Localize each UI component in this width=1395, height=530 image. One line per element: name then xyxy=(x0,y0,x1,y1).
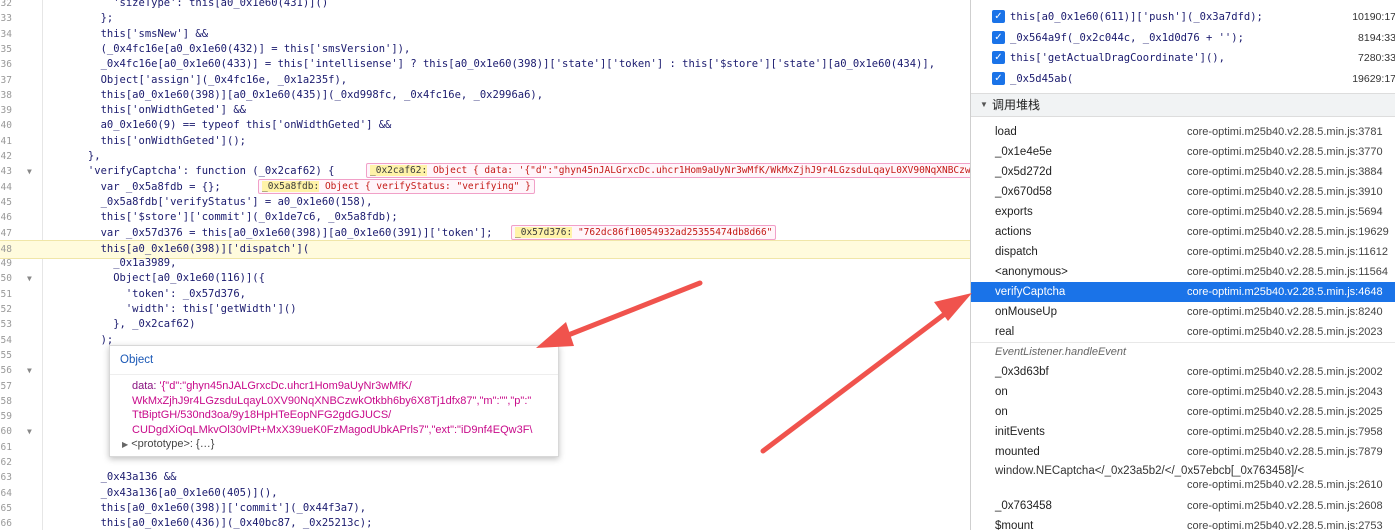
code-line[interactable]: 66 this[a0_0x1e60(436)](_0x40bc87, _0x25… xyxy=(0,515,970,530)
popup-data-line: WkMxZjhJ9r4LGzsduLqayL0XV90NqXNBCzwkOtkb… xyxy=(132,394,532,407)
checkbox-checked-icon[interactable]: ✓ xyxy=(992,71,1005,85)
inline-value-badge[interactable]: _0x5a8fdb: Object { verifyStatus: "verif… xyxy=(258,178,535,194)
popup-data-line: TtBiptGH/530nd3oa/9y18HpHTeEopNFG2gdGJUC… xyxy=(132,409,392,421)
call-stack-frame[interactable]: dispatch core-optimi.m25b40.v2.28.5.min.j… xyxy=(971,242,1395,262)
popup-title[interactable]: Object xyxy=(110,346,558,375)
call-stack-frame[interactable]: $mount core-optimi.m25b40.v2.28.5.min.js:… xyxy=(971,516,1395,530)
debugger-side-panel: ✓ this[a0_0x1e60(611)]['push'](_0x3a7dfd)… xyxy=(970,0,1395,530)
call-stack-frame[interactable]: verifyCaptcha core-optimi.m25b40.v2.28.5.… xyxy=(971,282,1395,302)
popup-data-row[interactable]: data: '{"d":"ghyn45nJALGrxcDc.uhcr1Hom9a… xyxy=(132,379,548,394)
popup-data-line: CUDgdXiOqLMkvOl30vlPt+MxX39ueK0FzMagodUb… xyxy=(132,423,533,436)
call-stack-frame[interactable]: _0x3d63bf core-optimi.m25b40.v2.28.5.min.… xyxy=(971,362,1395,382)
object-preview-popup: Object data: '{"d":"ghyn45nJALGrxcDc.uhc… xyxy=(109,345,559,457)
checkbox-checked-icon[interactable]: ✓ xyxy=(992,51,1005,64)
call-stack-frame[interactable]: _0x5d272d core-optimi.m25b40.v2.28.5.min.… xyxy=(971,162,1395,182)
call-stack-frame[interactable]: <anonymous> core-optimi.m25b40.v2.28.5.mi… xyxy=(971,262,1395,282)
call-stack-frame[interactable]: _0x1e4e5e core-optimi.m25b40.v2.28.5.min.… xyxy=(971,142,1395,162)
call-stack-frame[interactable]: real core-optimi.m25b40.v2.28.5.min.js:20… xyxy=(971,322,1395,342)
breakpoint-item[interactable]: ✓ this[a0_0x1e60(611)]['push'](_0x3a7dfd)… xyxy=(971,7,1395,27)
call-stack-group-label: EventListener.handleEvent xyxy=(971,342,1395,361)
line-number[interactable]: 66 xyxy=(0,515,12,530)
call-stack-frame[interactable]: initEvents core-optimi.m25b40.v2.28.5.min… xyxy=(971,422,1395,442)
inline-value-badge[interactable]: _0x57d376: "762dc86f10054932ad25355474db… xyxy=(511,224,777,240)
inline-value-badge[interactable]: _0x2caf62: Object { data: '{"d":"ghyn45n… xyxy=(366,163,970,179)
popup-prototype[interactable]: ▶ <prototype>: {…} xyxy=(110,437,558,452)
checkbox-checked-icon[interactable]: ✓ xyxy=(992,30,1005,44)
call-stack-frame[interactable]: load core-optimi.m25b40.v2.28.5.min.js:37… xyxy=(971,122,1395,142)
call-stack-frame[interactable]: actions core-optimi.m25b40.v2.28.5.min.js… xyxy=(971,222,1395,242)
call-stack-frame[interactable]: _0x763458 core-optimi.m25b40.v2.28.5.min.… xyxy=(971,496,1395,516)
call-stack-frame[interactable]: mounted core-optimi.m25b40.v2.28.5.min.js… xyxy=(971,442,1395,462)
call-stack-frame[interactable]: onMouseUp core-optimi.m25b40.v2.28.5.min.… xyxy=(971,302,1395,322)
call-stack-frame[interactable]: _0x670d58 core-optimi.m25b40.v2.28.5.min.… xyxy=(971,182,1395,202)
call-stack-title: 调用堆栈 xyxy=(992,98,1041,112)
collapse-triangle-icon[interactable]: ▼ xyxy=(980,94,988,116)
call-stack-frame[interactable]: on core-optimi.m25b40.v2.28.5.min.js:2025 xyxy=(971,402,1395,422)
breakpoint-item[interactable]: ✓ this['getActualDragCoordinate'](), 7280:… xyxy=(971,48,1395,68)
code-editor[interactable]: 32 'sizeType': this[a0_0x1e60(431)]() 33 … xyxy=(0,0,970,530)
call-stack-header[interactable]: ▼ 调用堆栈 xyxy=(971,93,1395,117)
call-stack-frame[interactable]: on core-optimi.m25b40.v2.28.5.min.js:2043 xyxy=(971,382,1395,402)
code-text: this[a0_0x1e60(436)](_0x40bc87, _0x25213… xyxy=(50,517,373,530)
call-stack-frame[interactable]: exports core-optimi.m25b40.v2.28.5.min.js… xyxy=(971,202,1395,222)
popup-body: data: '{"d":"ghyn45nJALGrxcDc.uhcr1Hom9a… xyxy=(110,375,558,437)
checkbox-checked-icon[interactable]: ✓ xyxy=(992,10,1005,23)
breakpoint-item[interactable]: ✓ _0x5d45ab(19629:17 xyxy=(971,69,1395,89)
expand-triangle-icon[interactable]: ▶ xyxy=(122,440,128,449)
call-stack-frame[interactable]: window.NECaptcha</_0x23a5b2/</_0x57ebcb[… xyxy=(971,462,1395,494)
breakpoint-item[interactable]: ✓ _0x564a9f(_0x2c044c, _0x1d0d76 + ''); 81… xyxy=(971,28,1395,48)
